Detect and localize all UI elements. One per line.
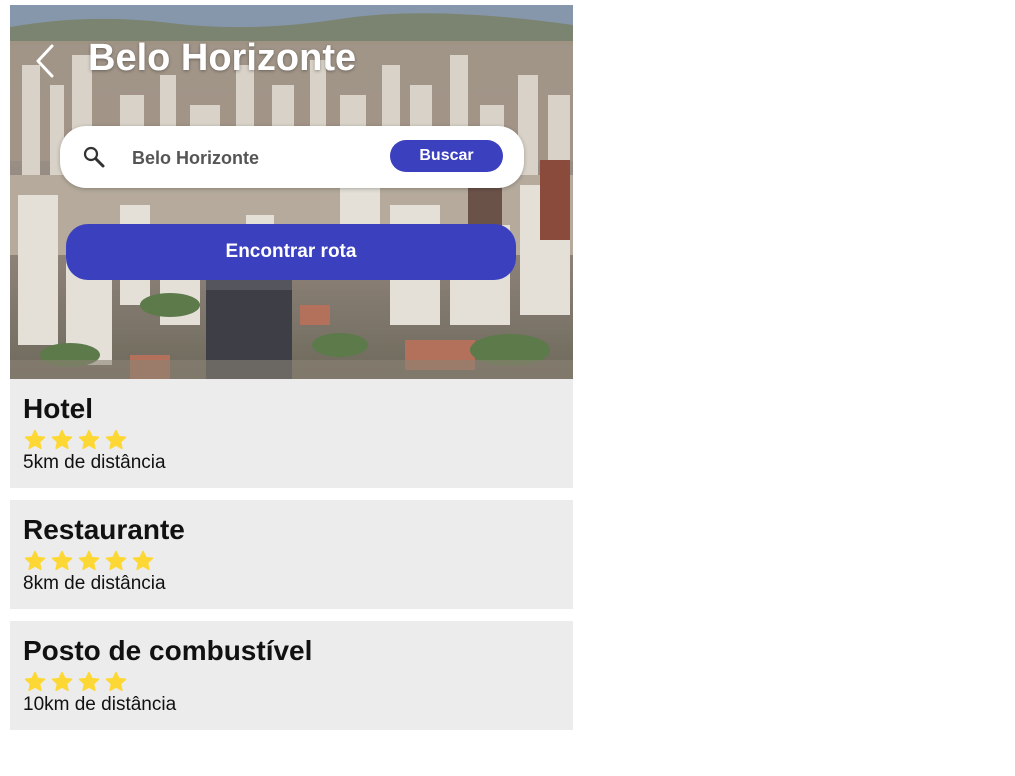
rating-stars — [23, 670, 560, 694]
place-name: Hotel — [23, 393, 93, 424]
place-card-restaurante[interactable]: Restaurante 8km de distância — [10, 500, 573, 609]
star-icon — [51, 671, 73, 692]
star-icon — [105, 429, 127, 450]
app-screen: Belo Horizonte Buscar Encontrar rota Hot… — [10, 5, 573, 742]
place-distance: 5km de distância — [23, 452, 166, 473]
star-icon — [78, 550, 100, 571]
place-name: Restaurante — [23, 514, 185, 545]
star-icon — [51, 550, 73, 571]
star-icon — [24, 429, 46, 450]
star-icon — [78, 429, 100, 450]
city-header: Belo Horizonte Buscar Encontrar rota — [10, 5, 573, 379]
search-icon — [83, 146, 105, 168]
place-distance: 8km de distância — [23, 573, 166, 594]
place-name: Posto de combustível — [23, 635, 313, 666]
search-bar: Buscar — [60, 126, 524, 188]
places-list: Hotel 5km de distância Restaurante 8km d… — [10, 379, 573, 730]
chevron-left-icon — [36, 44, 54, 78]
search-input[interactable] — [130, 140, 374, 176]
star-icon — [78, 671, 100, 692]
page-title: Belo Horizonte — [88, 37, 357, 79]
rating-stars — [23, 428, 560, 452]
rating-stars — [23, 549, 560, 573]
star-icon — [24, 550, 46, 571]
back-button[interactable] — [30, 41, 60, 81]
star-icon — [105, 550, 127, 571]
star-icon — [105, 671, 127, 692]
place-card-hotel[interactable]: Hotel 5km de distância — [10, 379, 573, 488]
search-button[interactable]: Buscar — [390, 140, 503, 172]
place-card-posto[interactable]: Posto de combustível 10km de distância — [10, 621, 573, 730]
star-icon — [24, 671, 46, 692]
find-route-button[interactable]: Encontrar rota — [66, 224, 516, 280]
star-icon — [132, 550, 154, 571]
star-icon — [51, 429, 73, 450]
place-distance: 10km de distância — [23, 694, 177, 715]
